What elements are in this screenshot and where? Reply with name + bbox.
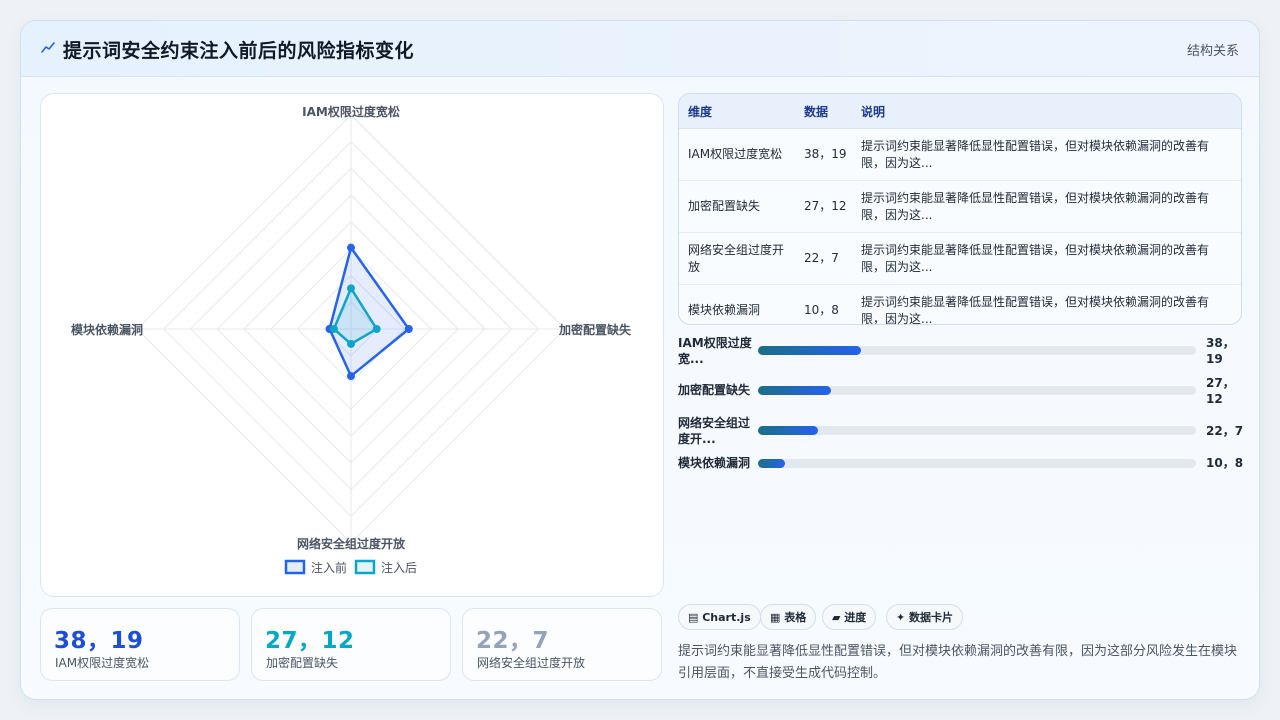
progress-fill (758, 459, 786, 468)
chip-label: 进度 (844, 611, 867, 624)
chip-progress[interactable]: ▰ 进度 (822, 604, 877, 630)
cell-data: 38，19 (796, 128, 853, 181)
chip-table[interactable]: ▦ 表格 (760, 604, 817, 630)
dashboard-card: 提示词安全约束注入前后的风险指标变化 结构关系 IAM权限过度宽松 加密配置缺失网… (20, 20, 1260, 700)
table-row: 模块依赖漏洞 10，8 提示词约束能显著降低显性配置错误，但对模块依赖漏洞的改善… (679, 285, 1241, 325)
radar-data-point (347, 243, 355, 252)
progress-value: 22，7 (1206, 424, 1244, 438)
radar-data-point (347, 284, 355, 293)
radar-chart-panel: IAM权限过度宽松加密配置缺失网络安全组过度开放 模块依赖漏洞注入前 注入后 (40, 93, 664, 597)
chip-data-cards[interactable]: ✦ 数据卡片 (886, 604, 964, 630)
progress-value: 10，8 (1206, 456, 1244, 470)
cell-data: 10，8 (804, 303, 839, 317)
progress-fill (758, 426, 818, 435)
radar-axis-label: 网络安全组过度开放 (297, 536, 406, 551)
progress-fill (758, 386, 832, 395)
chip-label: 数据卡片 (909, 611, 954, 624)
stat-value: 22，7 (476, 628, 550, 654)
radar-data-point (404, 325, 413, 333)
chip-label: 表格 (784, 611, 807, 624)
cell-description: 提示词约束能显著降低显性配置错误，但对模块依赖漏洞的改善有限，因为这... (853, 232, 1241, 285)
table-header-row: 维度 数据 说明 (679, 94, 1241, 129)
stat-label: 加密配置缺失 (266, 656, 339, 670)
chip-label: Chart.js (702, 611, 751, 624)
column-header: 维度 (679, 94, 796, 129)
progress-track (758, 386, 1196, 395)
trend-icon (41, 42, 55, 53)
progress-value: 38，19 (1206, 336, 1235, 366)
cell-description: 提示词约束能显著降低显性配置错误，但对模块依赖漏洞的改善有限，因为这... (853, 128, 1241, 181)
progress-label: 模块依赖漏洞 (678, 456, 751, 470)
cell-dimension: IAM权限过度宽松 (679, 128, 796, 181)
cell-data: 22，7 (796, 232, 853, 285)
progress-track (758, 459, 1196, 468)
progress-track (758, 346, 1196, 355)
progress-icon: ▰ (832, 611, 845, 624)
header-bar: 提示词安全约束注入前后的风险指标变化 结构关系 (21, 21, 1259, 77)
page-title: 提示词安全约束注入前后的风险指标变化 (63, 40, 415, 62)
stat-card-encryption: 27，12 加密配置缺失 (251, 608, 451, 681)
radar-axis-label: 加密配置缺失 (558, 322, 632, 337)
stat-value: 27，12 (265, 628, 355, 654)
progress-label: IAM权限过度宽... (678, 336, 752, 366)
table-row: 加密配置缺失 27，12 提示词约束能显著降低显性配置错误，但对模块依赖漏洞的改… (679, 180, 1241, 233)
radar-axis-label: 模块依赖漏洞 (71, 322, 143, 337)
summary-note: 提示词约束能显著降低显性配置错误，但对模块依赖漏洞的改善有限，因为这部分风险发生… (678, 644, 1238, 681)
radar-data-point (347, 339, 355, 348)
progress-fill (758, 346, 861, 355)
radar-chart: IAM权限过度宽松加密配置缺失网络安全组过度开放 模块依赖漏洞注入前 注入后 (71, 104, 632, 575)
stat-value: 38，19 (54, 628, 144, 654)
chip-chartjs[interactable]: ▤ Chart.js (678, 604, 761, 630)
legend-label: 注入前 (311, 560, 347, 575)
progress-value: 27，12 (1206, 376, 1235, 406)
stat-card-network: 22，7 网络安全组过度开放 (462, 608, 662, 681)
legend-swatch (284, 559, 306, 575)
cell-dimension: 模块依赖漏洞 (688, 303, 761, 317)
sparkle-icon: ✦ (896, 611, 910, 624)
cell-description: 提示词约束能显著降低显性配置错误，但对模块依赖漏洞的改善有限，因为这... (853, 180, 1241, 233)
progress-track (758, 426, 1196, 435)
radar-data-point (329, 325, 338, 333)
table-row: 网络安全组过度开放 22，7 提示词约束能显著降低显性配置错误，但对模块依赖漏洞… (679, 232, 1241, 285)
progress-label: 网络安全组过度开... (678, 416, 751, 446)
cell-description: 提示词约束能显著降低显性配置错误，但对模块依赖漏洞的改善有限，因为这... (861, 294, 1210, 325)
progress-label: 加密配置缺失 (678, 383, 751, 397)
radar-axis-label: IAM权限过度宽松 (302, 104, 400, 119)
table-icon: ▦ (770, 611, 785, 624)
radar-data-point (372, 325, 381, 333)
stat-label: 网络安全组过度开放 (477, 656, 586, 670)
legend-swatch (354, 559, 376, 575)
legend-label: 注入后 (381, 560, 417, 575)
chart-icon: ▤ (688, 611, 703, 624)
cell-dimension: 网络安全组过度开放 (679, 232, 796, 285)
structure-link[interactable]: 结构关系 (1187, 40, 1239, 59)
data-table: 维度 数据 说明 IAM权限过度宽松 38，19 提示词约束能显著降低显性配置错… (678, 93, 1242, 325)
cell-dimension: 加密配置缺失 (679, 180, 796, 233)
cell-data: 27，12 (796, 180, 853, 233)
column-header: 说明 (853, 94, 1241, 129)
column-header: 数据 (796, 94, 853, 129)
stat-label: IAM权限过度宽松 (55, 656, 150, 670)
stat-card-iam: 38，19 IAM权限过度宽松 (40, 608, 240, 681)
table-row: IAM权限过度宽松 38，19 提示词约束能显著降低显性配置错误，但对模块依赖漏… (679, 128, 1241, 181)
radar-data-point (347, 372, 355, 381)
